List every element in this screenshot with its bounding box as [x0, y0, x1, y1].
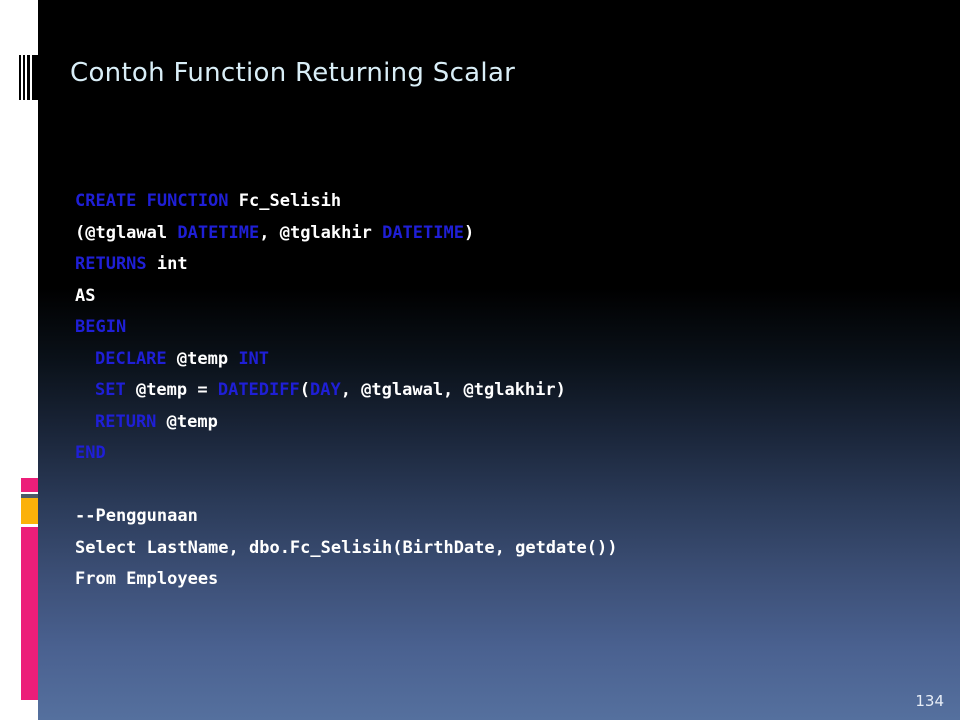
sql-keyword: INT: [238, 348, 270, 369]
code-text: ): [463, 222, 475, 243]
sql-keyword: BEGIN: [75, 317, 127, 337]
code-line: RETURN @temp: [75, 407, 875, 439]
code-text: @temp: [176, 348, 239, 369]
sql-keyword: DATEDIFF: [217, 380, 300, 400]
code-line: END: [75, 438, 875, 470]
code-line: DECLARE @temp INT: [75, 344, 875, 376]
code-line: RETURNS int: [75, 249, 875, 281]
decorative-bar-2: [23, 55, 25, 100]
code-line: CREATE FUNCTION Fc_Selisih: [75, 186, 875, 218]
sql-keyword: SET: [95, 380, 136, 400]
decorative-bar-3: [27, 55, 30, 100]
code-line: --Penggunaan: [75, 501, 875, 533]
code-text: int: [156, 254, 188, 274]
code-line: Select LastName, dbo.Fc_Selisih(BirthDat…: [75, 533, 875, 565]
code-text: Fc_Selisih: [238, 191, 342, 211]
sql-keyword: DAY: [309, 380, 341, 400]
sql-keyword: RETURN: [95, 411, 167, 432]
code-text: --Penggunaan: [75, 506, 198, 526]
code-text: From Employees: [75, 569, 219, 589]
sql-keyword: DECLARE: [95, 348, 177, 369]
sql-keyword: END: [75, 443, 106, 463]
code-line: From Employees: [75, 564, 875, 596]
code-text: (: [299, 380, 310, 400]
code-text: (@tglawal: [75, 222, 178, 243]
code-line: AS: [75, 281, 875, 313]
code-text: @temp: [166, 411, 218, 432]
accent-bar-pink: [21, 527, 38, 700]
accent-square-amber: [21, 498, 38, 524]
accent-square-pink: [21, 478, 38, 492]
code-block: CREATE FUNCTION Fc_Selisih (@tglawal DATE…: [75, 186, 875, 596]
code-text: @temp =: [135, 380, 218, 400]
code-text: , @tglawal, @tglakhir): [340, 380, 566, 400]
code-line: (@tglawal DATETIME, @tglakhir DATETIME): [75, 218, 875, 250]
decorative-bar-1: [19, 55, 21, 100]
code-text: , @tglakhir: [259, 222, 383, 243]
code-line: SET @temp = DATEDIFF(DAY, @tglawal, @tgl…: [75, 375, 875, 407]
page-title: Contoh Function Returning Scalar: [70, 58, 516, 88]
decorative-bar-group: [19, 55, 38, 100]
sql-keyword: DATETIME: [382, 222, 464, 243]
decorative-bar-4: [32, 55, 38, 100]
sql-keyword: DATETIME: [177, 222, 260, 243]
code-text: Select LastName, dbo.Fc_Selisih(BirthDat…: [75, 537, 618, 558]
code-text: AS: [75, 285, 96, 306]
slide-canvas: Contoh Function Returning Scalar CREATE …: [0, 0, 960, 720]
page-number: 134: [915, 692, 944, 710]
sql-keyword: RETURNS: [75, 254, 157, 274]
code-line: BEGIN: [75, 312, 875, 344]
sql-keyword: CREATE FUNCTION: [75, 191, 239, 211]
